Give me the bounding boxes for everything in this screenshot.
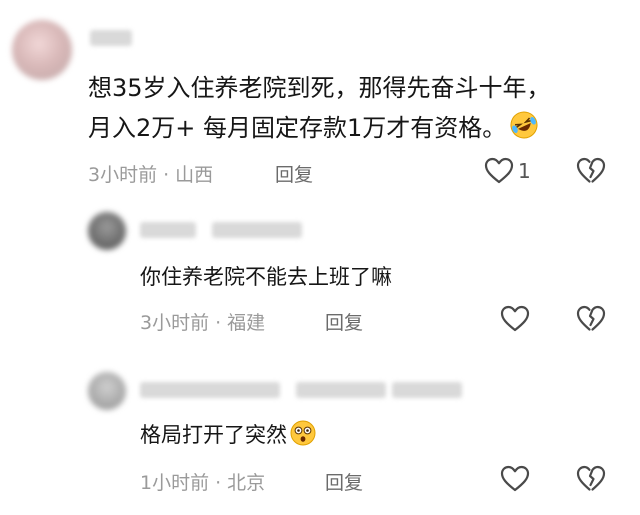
comment-time: 1小时前 (140, 472, 210, 494)
comment-text-line2: 月入2万+ 每月固定存款1万才有资格。 (88, 114, 507, 142)
rolling-on-floor-laughing-emoji (509, 110, 539, 150)
comment-meta: 1小时前 · 北京 (140, 468, 265, 495)
username-blurred[interactable] (392, 382, 462, 398)
separator-dot: · (163, 164, 170, 186)
broken-heart-icon[interactable] (576, 305, 606, 333)
reply-text: 你住养老院不能去上班了嘛 (140, 265, 392, 289)
separator-dot: · (215, 472, 222, 494)
hushed-face-emoji (290, 420, 316, 454)
username-blurred[interactable] (90, 30, 132, 46)
broken-heart-icon[interactable] (576, 157, 606, 185)
username-blurred[interactable] (296, 382, 386, 398)
avatar[interactable] (12, 20, 72, 80)
heart-icon[interactable] (500, 305, 530, 333)
username-blurred[interactable] (140, 382, 280, 398)
broken-heart-icon[interactable] (576, 465, 606, 493)
like-count: 1 (518, 159, 531, 183)
separator-dot: · (215, 312, 222, 334)
username-blurred[interactable] (140, 222, 196, 238)
comment-meta: 3小时前 · 福建 (140, 308, 265, 335)
comment-location: 福建 (227, 312, 266, 334)
heart-icon[interactable] (484, 157, 514, 185)
reply-button[interactable]: 回复 (325, 468, 363, 495)
reply-text-wrap: 格局打开了突然 (140, 420, 316, 454)
reply-button[interactable]: 回复 (275, 160, 313, 187)
avatar[interactable] (88, 212, 126, 250)
comment-text-line2-wrap: 月入2万+ 每月固定存款1万才有资格。 (88, 110, 539, 150)
comment-location: 北京 (227, 472, 266, 494)
comment-location: 山西 (175, 164, 214, 186)
username-blurred[interactable] (212, 222, 302, 238)
comment-time: 3小时前 (88, 164, 158, 186)
comment-meta: 3小时前 · 山西 (88, 160, 213, 187)
reply-text: 格局打开了突然 (140, 423, 287, 447)
comment-time: 3小时前 (140, 312, 210, 334)
reply-button[interactable]: 回复 (325, 308, 363, 335)
avatar[interactable] (88, 372, 126, 410)
heart-icon[interactable] (500, 465, 530, 493)
comment-text-line1: 想35岁入住养老院到死，那得先奋斗十年， (88, 74, 551, 102)
